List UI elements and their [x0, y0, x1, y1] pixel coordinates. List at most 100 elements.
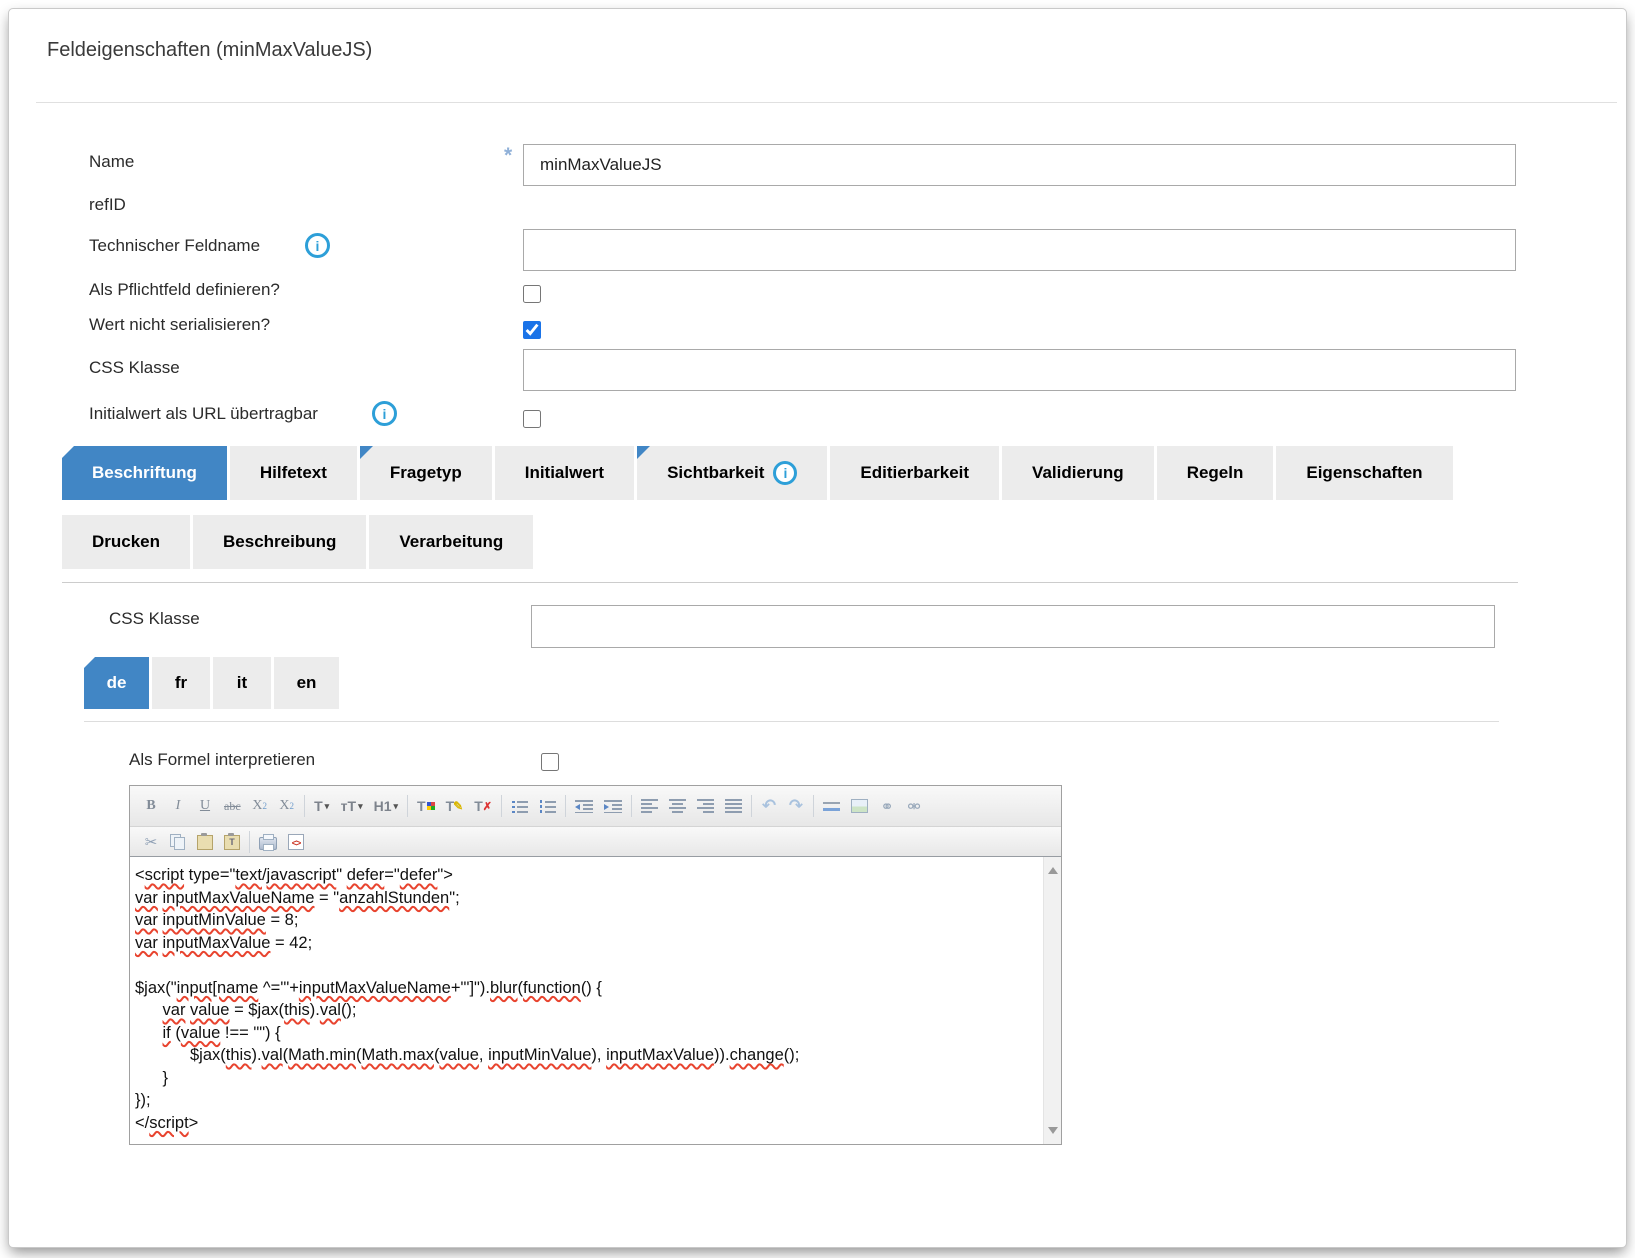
horizontal-rule-icon[interactable]	[823, 800, 840, 812]
editor-toolbar-row2: ✂	[130, 827, 1061, 857]
technical-name-label: Technischer Feldname	[89, 236, 260, 256]
info-icon[interactable]	[372, 401, 397, 426]
code-line: });	[135, 1089, 1037, 1112]
tab-validierung[interactable]: Validierung	[1002, 446, 1154, 500]
align-left-icon[interactable]	[641, 799, 658, 813]
subscript-icon[interactable]: X	[252, 796, 268, 816]
code-line: var value = $jax(this).val();	[135, 999, 1037, 1022]
required-marker: *	[504, 144, 512, 168]
insert-link-icon[interactable]: ⚭	[879, 796, 895, 816]
language-tab-en[interactable]: en	[274, 657, 339, 709]
indent-icon[interactable]	[604, 800, 622, 813]
paragraph-format-icon[interactable]: H1	[374, 796, 398, 816]
italic-icon[interactable]: I	[170, 796, 186, 816]
superscript-icon[interactable]: X	[279, 796, 295, 816]
cut-icon[interactable]: ✂	[143, 832, 159, 852]
tab-label: Fragetyp	[390, 463, 462, 483]
tab-editierbarkeit[interactable]: Editierbarkeit	[830, 446, 999, 500]
css-class-input[interactable]	[523, 349, 1516, 391]
align-justify-icon[interactable]	[725, 799, 742, 813]
language-tab-de[interactable]: de	[84, 657, 149, 709]
unlink-icon[interactable]: ⚮	[906, 796, 922, 816]
toolbar-group: TTT	[408, 795, 502, 817]
info-icon[interactable]	[305, 233, 330, 258]
language-tab-fr[interactable]: fr	[152, 657, 210, 709]
tab-beschreibung[interactable]: Beschreibung	[193, 515, 366, 569]
initial-url-label: Initialwert als URL übertragbar	[89, 404, 318, 424]
tab-label: Initialwert	[525, 463, 604, 483]
tab-row-1: Beschriftung Hilfetext Fragetyp Initialwert…	[62, 446, 1453, 500]
tab-label: Eigenschaften	[1306, 463, 1422, 483]
numbered-list-icon[interactable]	[539, 800, 556, 813]
font-size-icon[interactable]: тT	[341, 796, 363, 816]
technical-name-input[interactable]	[523, 229, 1516, 271]
paste-icon[interactable]	[197, 835, 213, 850]
field-properties-dialog: Feldeigenschaften (minMaxValueJS) Name *…	[8, 8, 1627, 1248]
editor-content[interactable]: <script type="text/javascript" defer="de…	[130, 857, 1043, 1144]
code-line: <script type="text/javascript" defer="de…	[135, 864, 1037, 887]
required-question-label: Als Pflichtfeld definieren?	[89, 280, 280, 300]
toolbar-group: TтT H1	[305, 795, 408, 817]
name-input[interactable]	[523, 144, 1516, 186]
no-serialize-checkbox[interactable]	[523, 321, 541, 339]
tab-beschriftung[interactable]: Beschriftung	[62, 446, 227, 500]
tab-hilfetext[interactable]: Hilfetext	[230, 446, 357, 500]
language-tab-row: defriten	[84, 657, 339, 709]
initial-url-checkbox[interactable]	[523, 410, 541, 428]
panel-css-class-label: CSS Klasse	[109, 609, 200, 629]
font-family-icon[interactable]: T	[314, 796, 330, 816]
code-line: var inputMaxValueName = "anzahlStunden";	[135, 887, 1037, 910]
code-line: var inputMinValue = 8;	[135, 909, 1037, 932]
code-line: if (value !== "") {	[135, 1022, 1037, 1045]
remove-format-icon[interactable]: T	[474, 796, 492, 816]
tab-eigenschaften[interactable]: Eigenschaften	[1276, 446, 1452, 500]
required-checkbox[interactable]	[523, 285, 541, 303]
bullet-list-icon[interactable]	[511, 800, 528, 813]
tab-row-2: Drucken Beschreibung Verarbeitung	[62, 515, 533, 569]
bold-icon[interactable]: B	[143, 796, 159, 816]
tab-label: Editierbarkeit	[860, 463, 969, 483]
tab-verarbeitung[interactable]: Verarbeitung	[369, 515, 533, 569]
name-label: Name	[89, 152, 134, 172]
refid-label: refID	[89, 195, 126, 215]
tab-label: Sichtbarkeit	[667, 463, 764, 483]
page-title: Feldeigenschaften (minMaxValueJS)	[47, 39, 372, 62]
tab-regeln[interactable]: Regeln	[1157, 446, 1274, 500]
css-class-label: CSS Klasse	[89, 358, 180, 378]
outdent-icon[interactable]	[575, 800, 593, 813]
paste-as-text-icon[interactable]	[224, 835, 240, 850]
toolbar-group: ✂	[134, 831, 250, 853]
editor-scrollbar[interactable]	[1043, 857, 1061, 1144]
toolbar-group	[566, 795, 632, 817]
image-icon[interactable]	[851, 799, 868, 813]
highlight-color-icon[interactable]: T	[446, 796, 464, 816]
language-tab-it[interactable]: it	[213, 657, 271, 709]
toolbar-group: ⚭⚮	[814, 795, 931, 817]
formula-checkbox[interactable]	[541, 753, 559, 771]
editor-content-area: <script type="text/javascript" defer="de…	[130, 857, 1061, 1144]
toolbar-group: ↶↷	[752, 795, 814, 817]
source-code-icon[interactable]	[288, 834, 304, 850]
tab-label: Validierung	[1032, 463, 1124, 483]
tab-label: Beschreibung	[223, 532, 336, 552]
align-right-icon[interactable]	[697, 799, 714, 813]
underline-icon[interactable]: U	[197, 796, 213, 816]
tab-label: Regeln	[1187, 463, 1244, 483]
text-color-icon[interactable]: T	[417, 796, 435, 816]
strikethrough-icon[interactable]: abc	[224, 796, 241, 816]
copy-icon[interactable]	[170, 834, 186, 849]
undo-icon[interactable]: ↶	[761, 796, 777, 816]
tab-initialwert[interactable]: Initialwert	[495, 446, 634, 500]
align-center-icon[interactable]	[669, 799, 686, 813]
tab-drucken[interactable]: Drucken	[62, 515, 190, 569]
print-icon[interactable]	[259, 837, 277, 850]
tab-label: Drucken	[92, 532, 160, 552]
panel-css-class-input[interactable]	[531, 605, 1495, 648]
no-serialize-label: Wert nicht serialisieren?	[89, 315, 270, 335]
redo-icon[interactable]: ↷	[788, 796, 804, 816]
tab-sichtbarkeit[interactable]: Sichtbarkeit	[637, 446, 827, 500]
tab-fragetyp[interactable]: Fragetyp	[360, 446, 492, 500]
tab-label: Hilfetext	[260, 463, 327, 483]
info-icon[interactable]	[773, 461, 797, 485]
toolbar-group	[632, 795, 752, 817]
